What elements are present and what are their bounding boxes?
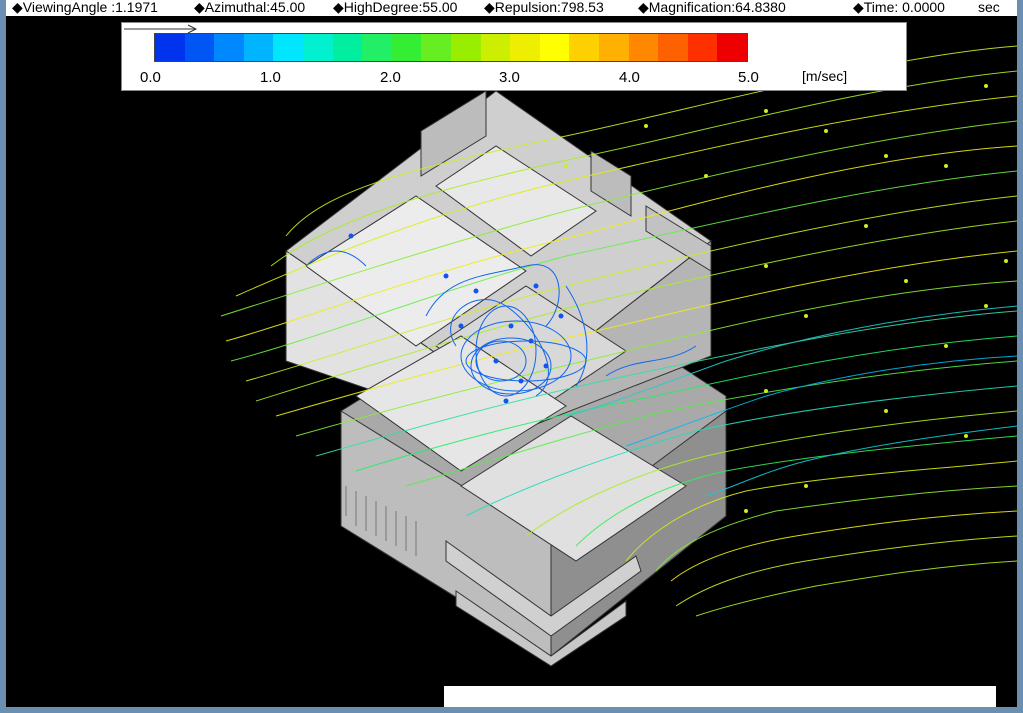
color-scale-segment [332,34,363,61]
legend-tick-5: 5.0 [738,69,759,86]
color-scale-segment [214,34,244,61]
color-scale-segment [302,34,333,61]
color-scale-segment [450,34,481,61]
window-frame-bottom [0,707,1023,713]
time-readout: ◆Time: 0.0000 [853,0,945,15]
legend-tick-2: 2.0 [380,69,401,86]
color-scale-segment [480,34,511,61]
building-airflow-render [220,45,1017,667]
legend-tick-0: 0.0 [140,69,161,86]
legend-tick-1: 1.0 [260,69,281,86]
color-scale-segment [273,34,303,61]
color-scale-segment [243,34,274,61]
legend-unit: [m/sec] [802,68,848,84]
simulation-viewport[interactable]: 0.0 1.0 2.0 3.0 4.0 5.0 [m/sec] [6,16,1017,707]
building-model [285,90,727,667]
repulsion-readout: ◆Repulsion:798.53 [484,0,604,15]
color-scale-segment [421,34,451,61]
velocity-legend: 0.0 1.0 2.0 3.0 4.0 5.0 [m/sec] [121,22,907,91]
color-scale-segment [391,34,422,61]
status-strip [444,686,996,707]
viewing-angle-readout: ◆ViewingAngle :1.1971 [12,0,158,15]
color-scale-segment [687,34,718,61]
color-scale-segment [155,34,185,61]
legend-tick-4: 4.0 [619,69,640,86]
time-unit: sec [978,0,1000,15]
color-scale-segment [510,34,540,61]
arrow-right-icon [124,24,198,34]
color-scale-segment [598,34,629,61]
legend-tick-3: 3.0 [499,69,520,86]
color-scale-segment [569,34,599,61]
color-scale-segment [539,34,570,61]
color-scale-segment [658,34,688,61]
azimuthal-readout: ◆Azimuthal:45.00 [194,0,306,15]
magnification-readout: ◆Magnification:64.8380 [638,0,786,15]
color-scale-segment [184,34,215,61]
high-degree-readout: ◆HighDegree:55.00 [333,0,458,15]
color-scale-bar [154,33,748,62]
color-scale-segment [628,34,659,61]
status-bar: ◆ViewingAngle :1.1971 ◆Azimuthal:45.00 ◆… [6,0,1017,16]
color-scale-segment [362,34,392,61]
color-scale-segment [717,34,747,61]
